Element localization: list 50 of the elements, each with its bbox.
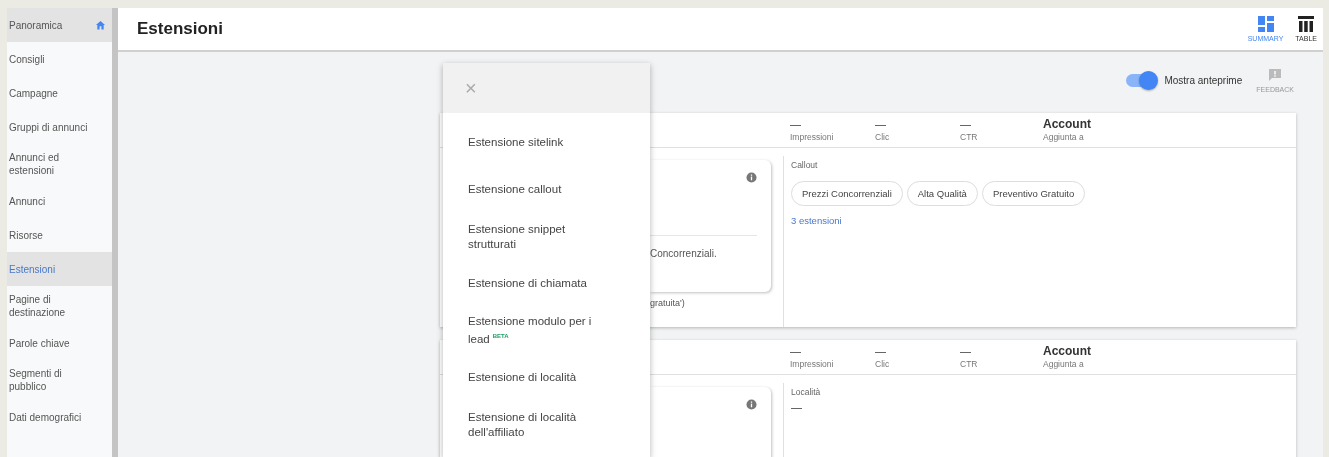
extensions-link[interactable]: 3 estensioni (791, 215, 1289, 226)
sidebar-item[interactable]: Risorse (7, 218, 112, 252)
stat-label: Impressioni (790, 357, 835, 370)
sidebar-item[interactable]: Estensioni (7, 252, 112, 286)
preview-text: Concorrenziali. (650, 248, 718, 259)
sidebar-item[interactable]: Campagne (7, 76, 112, 110)
sidebar-item[interactable]: Dati demografici (7, 400, 112, 434)
stat-label: CTR (960, 357, 979, 370)
stat-value: — (960, 344, 972, 358)
stat-value: — (790, 344, 802, 358)
menu-item[interactable]: Estensione di località dell'affiliato (443, 401, 650, 448)
home-icon (95, 20, 106, 30)
page-title: Estensioni (137, 19, 223, 39)
table-icon (1298, 16, 1315, 32)
stat-label: Clic (875, 357, 891, 370)
info-icon (746, 172, 757, 183)
info-icon (746, 399, 757, 410)
menu-item[interactable]: Estensione callout (443, 166, 650, 213)
stat-value: Account (1043, 344, 1092, 358)
stat-value: — (960, 117, 972, 131)
switch-label: Mostra anteprime (1164, 74, 1243, 86)
section-label: Località (791, 387, 822, 397)
menu-item[interactable]: Estensione modulo per i lead $^{BETA}$ (443, 307, 650, 354)
stat-label: Aggiunta a (1043, 130, 1085, 143)
stat-label: Impressioni (790, 130, 835, 143)
sidebar-item[interactable]: Consigli (7, 42, 112, 76)
menu-item[interactable]: Estensione snippet strutturati (443, 213, 650, 260)
sidebar-item[interactable]: Annunci (7, 184, 112, 218)
dashboard-icon (1257, 16, 1274, 32)
empty-value: — (791, 401, 803, 413)
sidebar-item[interactable]: Parole chiave (7, 326, 112, 360)
menu-item[interactable]: Estensione sitelink (443, 119, 650, 166)
feedback-icon (1268, 67, 1283, 82)
stat-value: — (875, 344, 887, 358)
menu-item[interactable]: Estensione di chiamata (443, 260, 650, 307)
sidebar-item[interactable]: Panoramica (7, 8, 112, 42)
stat-value: — (790, 117, 802, 131)
section-label: Callout (791, 160, 819, 170)
preview-switch[interactable] (1126, 73, 1157, 87)
sidebar-item[interactable]: Gruppi di annunci (7, 110, 112, 144)
stat-label: CTR (960, 130, 979, 143)
stat-label: Aggiunta a (1043, 357, 1085, 370)
sidebar-item[interactable]: Pagine di destinazione (7, 286, 112, 326)
sidebar-item[interactable]: Segmenti di pubblico (7, 360, 112, 400)
preview-note: gratuita') (650, 298, 686, 308)
stat-value: Account (1043, 117, 1092, 131)
sidebar-item[interactable]: Annunci ed estensioni (7, 144, 112, 184)
stat-value: — (875, 117, 887, 131)
stat-label: Clic (875, 130, 891, 143)
menu-item[interactable]: Estensione di località (443, 354, 650, 401)
